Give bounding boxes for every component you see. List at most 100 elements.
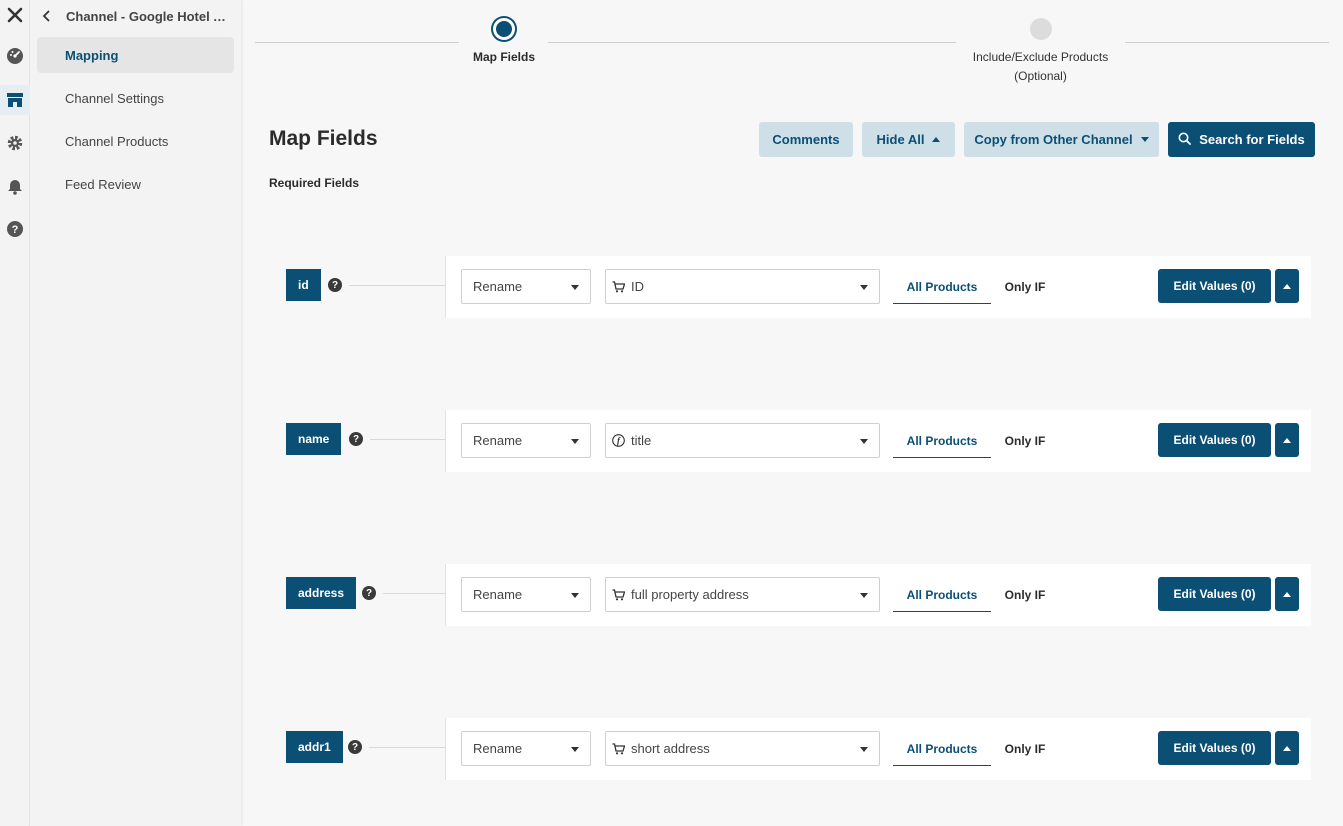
tab-all-products[interactable]: All Products: [893, 578, 991, 612]
chevron-down-icon: [571, 747, 579, 752]
source-select[interactable]: f title: [605, 423, 880, 458]
source-value: ID: [631, 279, 644, 294]
tab-only-if[interactable]: Only IF: [998, 732, 1052, 766]
collapse-button[interactable]: [1275, 577, 1299, 611]
action-select[interactable]: Rename: [461, 269, 591, 304]
edit-values-button[interactable]: Edit Values (0): [1158, 577, 1271, 611]
dashboard-icon[interactable]: [0, 41, 30, 71]
chevron-down-icon: [571, 285, 579, 290]
source-value: title: [631, 433, 652, 448]
field-tag: address: [286, 577, 357, 609]
sidebar-header: Channel - Google Hotel Ad...: [37, 4, 235, 28]
field-tag: name: [286, 423, 342, 455]
comments-button[interactable]: Comments: [759, 122, 853, 157]
function-icon: f: [612, 434, 625, 447]
action-select[interactable]: Rename: [461, 731, 591, 766]
mapping-row: Rename full property address All Products O…: [445, 564, 1311, 626]
search-label: Search for Fields: [1199, 132, 1305, 147]
action-value: Rename: [473, 741, 523, 756]
field-tag: addr1: [286, 731, 343, 763]
hide-all-label: Hide All: [876, 132, 925, 147]
sidebar-item-channel-settings[interactable]: Channel Settings: [37, 80, 234, 116]
collapse-button[interactable]: [1275, 731, 1299, 765]
action-value: Rename: [473, 279, 523, 294]
search-fields-button[interactable]: Search for Fields: [1168, 122, 1315, 157]
step-sublabel: (Optional): [1014, 69, 1067, 83]
caret-up-icon: [1283, 591, 1291, 597]
store-icon[interactable]: [0, 85, 30, 115]
tab-only-if[interactable]: Only IF: [998, 270, 1052, 304]
stepper-line: [1125, 42, 1329, 43]
source-value: short address: [631, 741, 710, 756]
page-title: Map Fields: [269, 127, 378, 150]
edit-values-button[interactable]: Edit Values (0): [1158, 731, 1271, 765]
icon-rail: ?: [0, 0, 30, 826]
help-icon[interactable]: ?: [328, 278, 342, 292]
source-value: full property address: [631, 587, 749, 602]
action-value: Rename: [473, 433, 523, 448]
edit-values-button[interactable]: Edit Values (0): [1158, 423, 1271, 457]
chevron-down-icon: [860, 747, 868, 752]
connector-line: [370, 439, 445, 440]
field-tag: id: [286, 269, 321, 301]
mapping-row: Rename f title All Products Only IF Edit Valu…: [445, 410, 1311, 472]
hide-all-button[interactable]: Hide All: [862, 122, 955, 157]
copy-from-channel-button[interactable]: Copy from Other Channel: [964, 122, 1159, 157]
bell-icon[interactable]: [0, 171, 30, 201]
connector-line: [369, 747, 445, 748]
search-icon: [1178, 132, 1192, 148]
step-label-map-fields[interactable]: Map Fields: [444, 48, 564, 67]
step-label-text: Include/Exclude Products: [972, 50, 1109, 64]
action-select[interactable]: Rename: [461, 577, 591, 612]
cart-icon: [612, 588, 625, 601]
stepper-line: [255, 42, 459, 43]
chevron-down-icon: [571, 439, 579, 444]
svg-text:?: ?: [12, 224, 19, 236]
chevron-down-icon: [571, 593, 579, 598]
source-select[interactable]: short address: [605, 731, 880, 766]
chevron-down-icon: [860, 593, 868, 598]
source-select[interactable]: full property address: [605, 577, 880, 612]
tab-only-if[interactable]: Only IF: [998, 424, 1052, 458]
back-icon[interactable]: [37, 10, 57, 22]
collapse-button[interactable]: [1275, 423, 1299, 457]
mapping-row: Rename short address All Products Only IF Ed…: [445, 718, 1311, 780]
sidebar-item-channel-products[interactable]: Channel Products: [37, 123, 234, 159]
stepper-line: [548, 42, 956, 43]
collapse-button[interactable]: [1275, 269, 1299, 303]
cart-icon: [612, 742, 625, 755]
caret-up-icon: [932, 137, 941, 142]
gear-icon[interactable]: [0, 128, 30, 158]
channel-title: Channel - Google Hotel Ad...: [66, 8, 232, 24]
source-select[interactable]: ID: [605, 269, 880, 304]
action-value: Rename: [473, 587, 523, 602]
sidebar: Channel - Google Hotel Ad... Mapping Cha…: [31, 0, 241, 826]
chevron-down-icon: [860, 285, 868, 290]
help-icon[interactable]: ?: [348, 740, 362, 754]
edit-values-button[interactable]: Edit Values (0): [1158, 269, 1271, 303]
sidebar-item-mapping[interactable]: Mapping: [37, 37, 234, 73]
tab-all-products[interactable]: All Products: [893, 732, 991, 766]
cart-icon: [612, 280, 625, 293]
step-dot-include-exclude[interactable]: [1030, 18, 1052, 40]
help-icon[interactable]: ?: [362, 586, 376, 600]
caret-up-icon: [1283, 283, 1291, 289]
section-title: Required Fields: [269, 176, 360, 190]
connector-line: [383, 593, 445, 594]
caret-down-icon: [1140, 137, 1149, 142]
step-dot-map-fields[interactable]: [493, 18, 515, 40]
tab-all-products[interactable]: All Products: [893, 424, 991, 458]
help-icon[interactable]: ?: [0, 214, 30, 244]
caret-up-icon: [1283, 437, 1291, 443]
svg-text:f: f: [617, 436, 621, 446]
sidebar-item-feed-review[interactable]: Feed Review: [37, 166, 234, 202]
close-icon[interactable]: [0, 0, 30, 30]
action-select[interactable]: Rename: [461, 423, 591, 458]
step-label-include-exclude[interactable]: Include/Exclude Products (Optional): [960, 48, 1121, 86]
mapping-row: Rename ID All Products Only IF Edit Values (…: [445, 256, 1311, 318]
tab-only-if[interactable]: Only IF: [998, 578, 1052, 612]
tab-all-products[interactable]: All Products: [893, 270, 991, 304]
comments-label: Comments: [772, 132, 840, 147]
help-icon[interactable]: ?: [349, 432, 363, 446]
caret-up-icon: [1283, 745, 1291, 751]
